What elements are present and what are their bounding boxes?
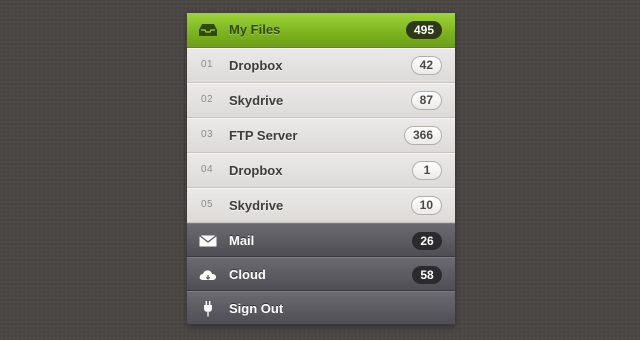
inbox-icon: [199, 23, 217, 37]
item-label: Mail: [229, 233, 255, 248]
item-label: Cloud: [229, 267, 266, 282]
menu-item-mail[interactable]: Mail 26: [187, 223, 455, 257]
menu-item-skydrive-2[interactable]: 05 Skydrive 10: [187, 188, 455, 223]
envelope-icon: [199, 233, 217, 249]
item-number: 04: [201, 164, 214, 175]
item-number: 03: [201, 129, 214, 140]
menu-item-cloud[interactable]: Cloud 58: [187, 257, 455, 291]
count-badge: 1: [412, 161, 442, 180]
count-badge: 42: [410, 56, 442, 75]
item-number: 02: [201, 94, 214, 105]
menu-item-ftp-server[interactable]: 03 FTP Server 366: [187, 118, 455, 153]
count-badge: 26: [412, 232, 442, 250]
item-label: Sign Out: [229, 301, 284, 316]
count-badge: 10: [410, 196, 442, 215]
file-menu: My Files 495 01 Dropbox 42 02 Skydrive 8…: [187, 13, 455, 325]
cloud-icon: [199, 267, 217, 283]
menu-item-skydrive[interactable]: 02 Skydrive 87: [187, 83, 455, 118]
item-label: FTP Server: [229, 128, 298, 143]
count-badge: 87: [410, 91, 442, 110]
menu-item-dropbox-2[interactable]: 04 Dropbox 1: [187, 153, 455, 188]
plug-icon: [199, 301, 217, 317]
count-badge: 495: [405, 21, 442, 39]
menu-header-label: My Files: [229, 22, 281, 37]
item-label: Dropbox: [229, 58, 283, 73]
menu-item-dropbox[interactable]: 01 Dropbox 42: [187, 48, 455, 83]
menu-header-my-files[interactable]: My Files 495: [187, 13, 455, 48]
item-label: Skydrive: [229, 93, 284, 108]
count-badge: 366: [403, 126, 442, 145]
count-badge: 58: [412, 266, 442, 284]
item-number: 05: [201, 199, 214, 210]
item-label: Skydrive: [229, 198, 284, 213]
item-label: Dropbox: [229, 163, 283, 178]
item-number: 01: [201, 59, 214, 70]
menu-item-sign-out[interactable]: Sign Out: [187, 291, 455, 325]
